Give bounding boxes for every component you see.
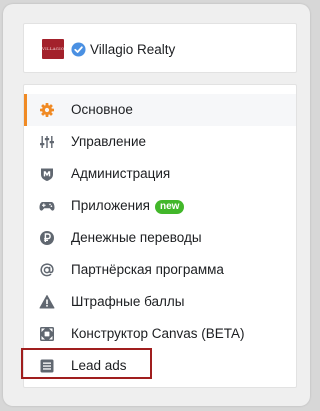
settings-menu: Основное Управление Администрация Прилож… [23, 84, 297, 388]
menu-item-label: Партнёрская программа [71, 262, 224, 277]
menu-item-management[interactable]: Управление [24, 126, 296, 158]
canvas-icon [40, 327, 54, 341]
menu-item-lead-ads[interactable]: Lead ads [24, 350, 296, 382]
page-logo[interactable]: VILLAGIO [42, 39, 64, 59]
menu-item-apps[interactable]: Приложения new [24, 190, 296, 222]
gamepad-icon [39, 202, 55, 211]
menu-item-label: Конструктор Canvas (BETA) [71, 326, 245, 341]
warning-icon [39, 295, 55, 309]
menu-item-label-text: Приложения [71, 198, 150, 213]
menu-item-label: Приложения new [71, 197, 185, 215]
page-name[interactable]: Villagio Realty [90, 41, 175, 58]
sliders-icon [40, 136, 54, 148]
menu-item-payments[interactable]: Денежные переводы [24, 222, 296, 254]
shield-icon [41, 168, 53, 181]
menu-item-label: Lead ads [71, 358, 127, 373]
menu-item-general[interactable]: Основное [24, 94, 296, 126]
settings-panel: VILLAGIO Villagio Realty Основное Управл… [3, 4, 310, 406]
menu-item-label: Штрафные баллы [71, 294, 185, 309]
form-icon [40, 359, 54, 373]
new-badge: new [154, 200, 185, 214]
ruble-coin-icon [40, 231, 54, 245]
verified-checkmark-icon [71, 42, 86, 57]
menu-item-affiliate-program[interactable]: Партнёрская программа [24, 254, 296, 286]
menu-item-canvas-builder[interactable]: Конструктор Canvas (BETA) [24, 318, 296, 350]
menu-item-label: Администрация [71, 166, 171, 181]
menu-item-label: Основное [71, 102, 133, 117]
menu-item-penalty-points[interactable]: Штрафные баллы [24, 286, 296, 318]
menu-item-label: Управление [71, 134, 147, 149]
at-sign-icon [40, 263, 54, 277]
menu-item-administration[interactable]: Администрация [24, 158, 296, 190]
menu-item-label: Денежные переводы [71, 230, 202, 245]
page-header-card: VILLAGIO Villagio Realty [23, 23, 297, 73]
gear-icon [40, 103, 54, 117]
